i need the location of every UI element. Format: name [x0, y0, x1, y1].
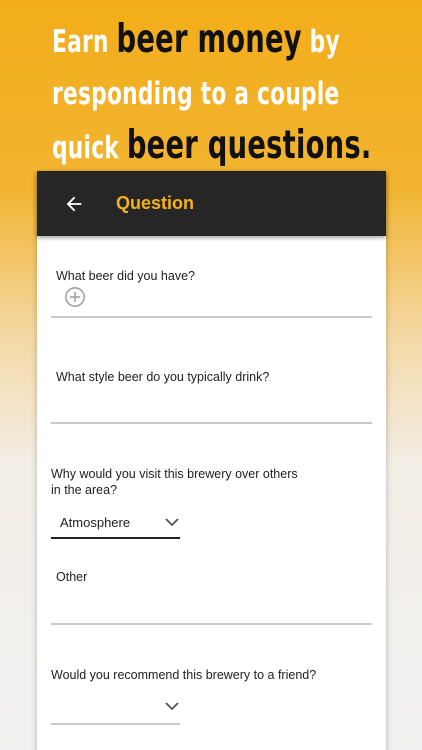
hero-emphasis: beer money — [116, 17, 302, 62]
question-style-label: What style beer do you typically drink? — [56, 370, 270, 384]
chevron-down-icon — [165, 702, 179, 711]
hero-text: Earn — [52, 24, 109, 60]
page-title: Question — [116, 193, 195, 213]
question-visit-label-line: in the area? — [51, 483, 118, 497]
phone-screen: Question What beer did you have? What st… — [37, 171, 386, 750]
question-beer-field[interactable] — [51, 316, 372, 318]
recommend-underline — [51, 723, 180, 725]
add-circle-icon[interactable] — [64, 286, 86, 308]
hero-headline: Earn beer money by responding to a coupl… — [52, 14, 411, 174]
hero-text: by — [309, 24, 340, 60]
hero-line-2: responding to a couple — [52, 76, 340, 112]
question-beer-label: What beer did you have? — [56, 269, 195, 283]
question-visit-label-line: Why would you visit this brewery over ot… — [51, 467, 298, 481]
hero-text: quick — [52, 130, 120, 166]
hero-emphasis: beer questions. — [126, 123, 372, 168]
question-visit-label: Why would you visit this brewery over ot… — [51, 466, 298, 498]
question-other-label: Other — [56, 570, 88, 584]
question-style-field[interactable] — [51, 422, 372, 424]
arrow-left-icon[interactable] — [63, 193, 85, 215]
question-other-field[interactable] — [51, 623, 372, 625]
chevron-down-icon — [165, 518, 179, 527]
hero-line-3: quick beer questions. — [52, 120, 411, 174]
recommend-dropdown[interactable] — [51, 691, 180, 721]
question-recommend-label: Would you recommend this brewery to a fr… — [51, 668, 317, 682]
app-bar: Question — [37, 171, 386, 236]
visit-reason-dropdown[interactable]: Atmosphere — [51, 507, 180, 537]
hero-line-1: Earn beer money by — [52, 14, 411, 68]
dropdown-selected-value: Atmosphere — [60, 514, 131, 530]
visit-reason-underline — [51, 537, 180, 539]
